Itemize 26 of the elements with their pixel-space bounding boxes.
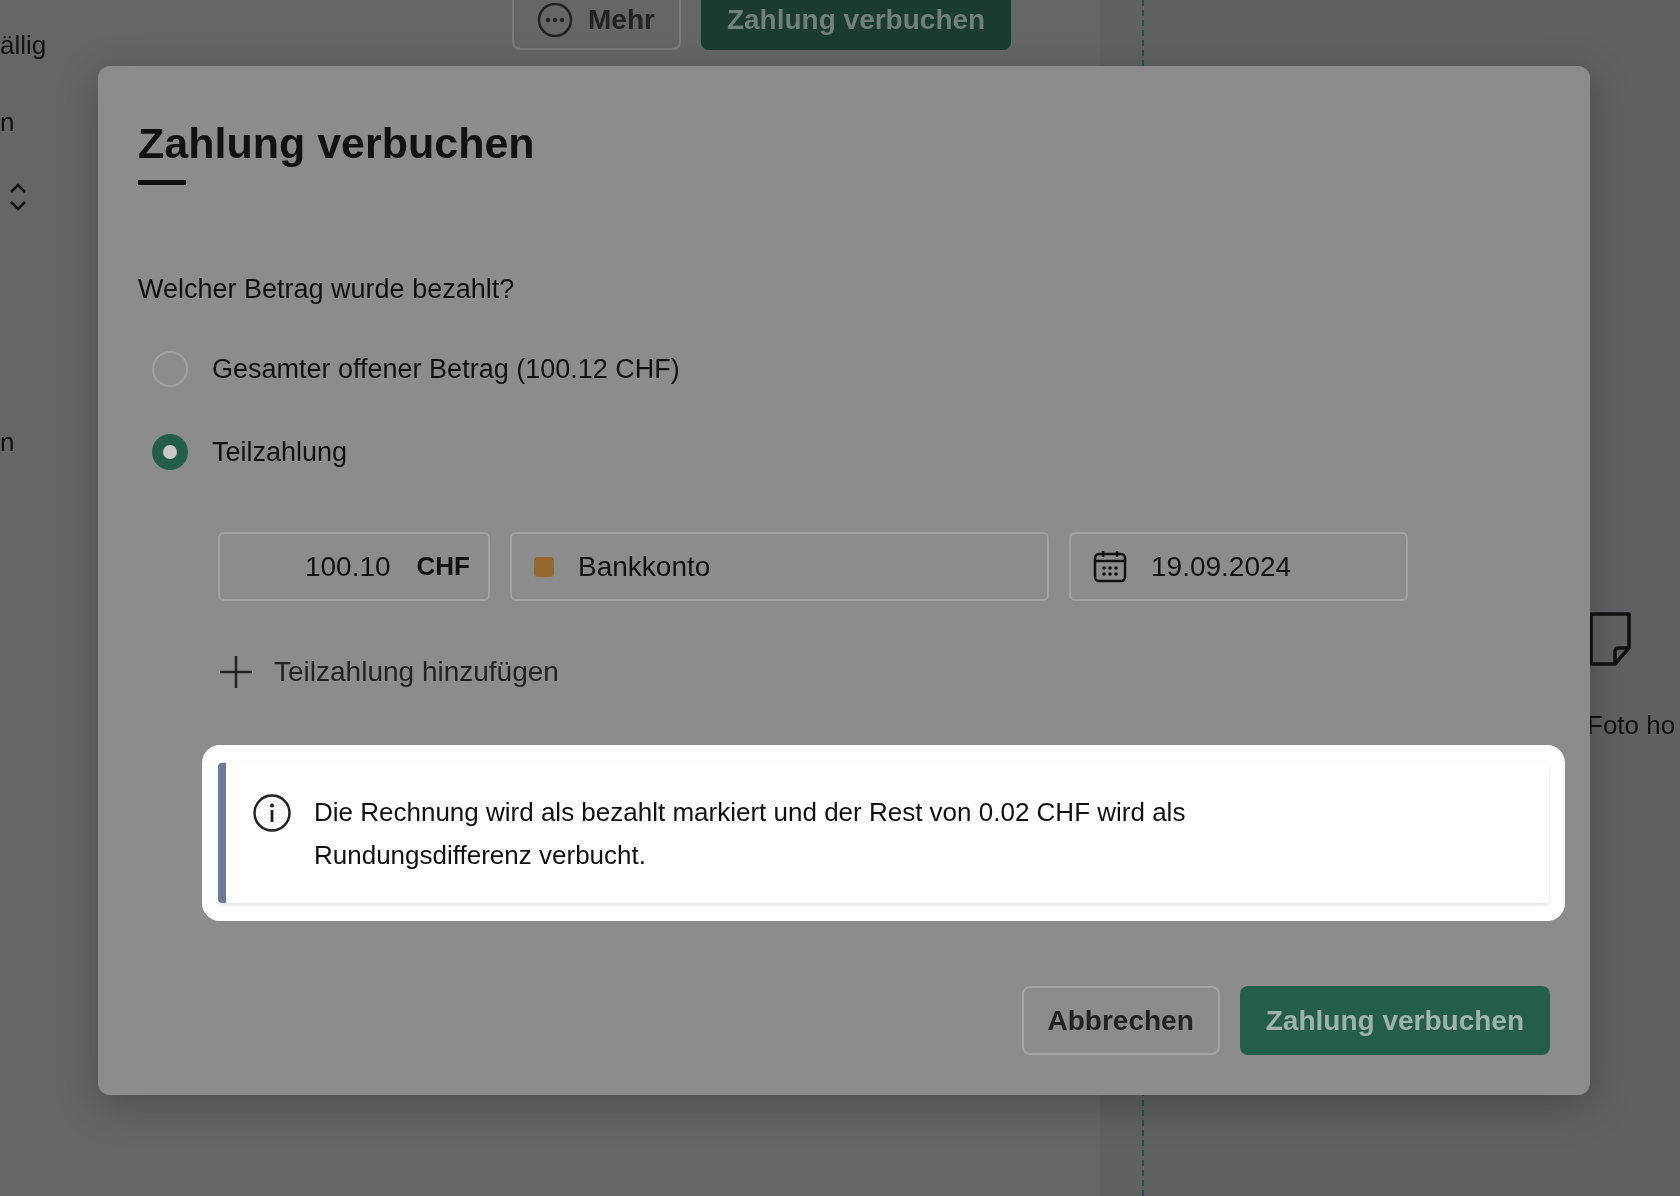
question-label: Welcher Betrag wurde bezahlt? [138,272,516,306]
info-message: Die Rechnung wird als bezahlt markiert und der Rest von 0.02 CHF wird als Rundungsdifferenz verbucht. [314,796,1187,872]
more-button[interactable]: Mehr [512,0,681,50]
info-icon [252,793,292,834]
add-partial-payment-button[interactable]: Teilzahlung hinzufügen [218,651,559,694]
radio-label[interactable]: Teilzahlung [212,431,348,473]
dialog-title: Zahlung verbuchen [138,118,536,169]
account-label: Bankkonto [578,549,711,584]
account-select[interactable]: Bankkonto [510,532,1049,602]
sidebar-item[interactable]: n [0,103,100,142]
calendar-icon [1093,549,1127,584]
more-icon [536,1,574,39]
radio-label[interactable]: Gesamter offener Betrag (100.12 CHF) [212,349,680,390]
radio-button[interactable] [152,433,188,470]
amount-value: 100.10 [304,549,391,584]
book-payment-button[interactable]: Zahlung verbuchen [1239,986,1550,1055]
book-payment-button[interactable]: Zahlung verbuchen [700,0,1012,50]
cancel-button[interactable]: Abbrechen [1021,986,1220,1055]
note-icon[interactable] [1587,610,1633,668]
amount-field[interactable]: 100.10 CHF [218,532,490,602]
sidebar-item[interactable]: n [0,423,100,462]
date-field[interactable]: 19.09.2024 [1069,532,1408,602]
plus-icon [218,654,254,691]
date-value: 19.09.2024 [1151,549,1292,584]
sidebar-item[interactable]: ällig [0,26,100,65]
currency-label: CHF [416,550,470,584]
